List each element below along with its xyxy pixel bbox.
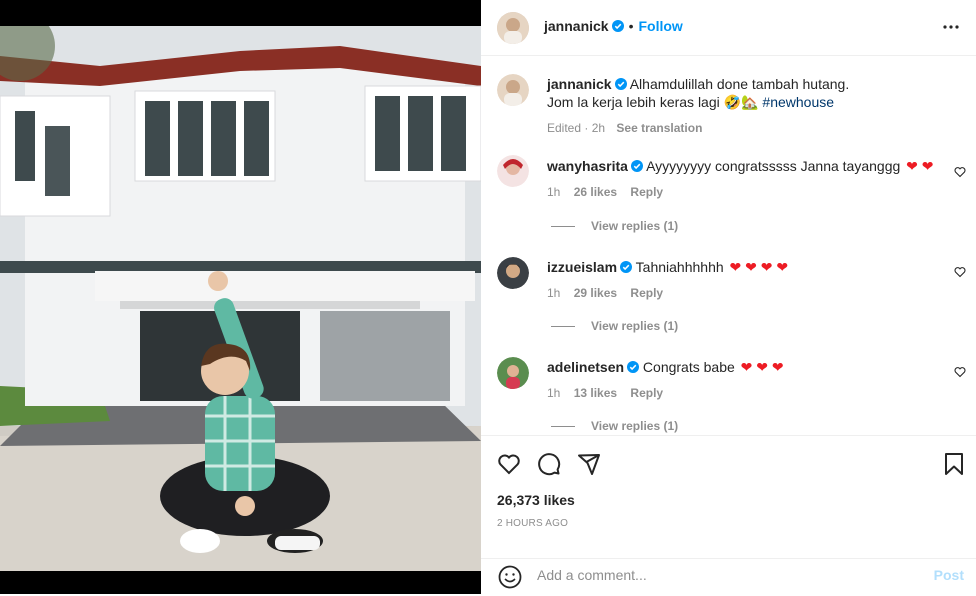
follow-button[interactable]: Follow — [639, 18, 683, 34]
post-photo[interactable] — [0, 26, 481, 571]
commenter-avatar[interactable] — [497, 155, 529, 187]
bookmark-icon[interactable] — [943, 452, 965, 476]
comment-time: 1h — [547, 185, 561, 199]
separator-dot: • — [628, 18, 634, 34]
reply-button[interactable]: Reply — [630, 286, 663, 300]
caption-text-line2: Jom la kerja lebih keras lagi — [547, 94, 720, 110]
verified-badge-icon — [611, 20, 624, 32]
view-replies-text[interactable]: View replies (1) — [591, 319, 678, 333]
emoji-icon[interactable] — [497, 564, 523, 590]
comment-hearts: ❤ ❤ ❤ ❤ — [729, 259, 789, 275]
comment-text: Ayyyyyyyy congratsssss Janna tayanggg — [646, 158, 901, 174]
comment-item: wanyhasrita Ayyyyyyyy congratsssss Janna… — [547, 157, 947, 201]
comment-hearts: ❤ ❤ — [906, 158, 934, 174]
comment-icon[interactable] — [537, 452, 561, 476]
view-replies-link[interactable]: View replies (1) — [551, 419, 678, 433]
see-translation-link[interactable]: See translation — [616, 121, 702, 135]
heart-icon[interactable] — [497, 452, 521, 476]
hashtag-link[interactable]: #newhouse — [762, 94, 834, 110]
comment-username[interactable]: wanyhasrita — [547, 158, 628, 174]
comment-likes[interactable]: 26 likes — [574, 185, 617, 199]
comment-text: Congrats babe — [642, 359, 735, 375]
post-actions: 26,373 likes 2 HOURS AGO Add a comment..… — [481, 435, 976, 595]
comment-username[interactable]: izzueislam — [547, 259, 617, 275]
commenter-avatar[interactable] — [497, 257, 529, 289]
like-comment-heart-icon[interactable] — [954, 266, 966, 278]
verified-badge-icon — [614, 78, 627, 90]
post-header: jannanick • Follow — [481, 0, 976, 56]
caption-avatar[interactable] — [497, 74, 529, 106]
like-comment-heart-icon[interactable] — [954, 166, 966, 178]
view-replies-text[interactable]: View replies (1) — [591, 419, 678, 433]
comment-time: 1h — [547, 386, 561, 400]
share-icon[interactable] — [577, 452, 601, 476]
post-caption: jannanick Alhamdulillah done tambah huta… — [547, 75, 957, 137]
replies-line — [551, 426, 575, 428]
add-comment-input[interactable]: Add a comment... — [537, 567, 647, 583]
verified-badge-icon — [630, 160, 643, 172]
comment-item: adelinetsen Congrats babe ❤ ❤ ❤ 1h 13 li… — [547, 358, 947, 402]
view-replies-link[interactable]: View replies (1) — [551, 219, 678, 233]
add-comment-bar: Add a comment... Post — [481, 558, 976, 596]
comment-username[interactable]: adelinetsen — [547, 359, 624, 375]
post-comment-button[interactable]: Post — [934, 567, 964, 583]
author-avatar[interactable] — [497, 12, 529, 44]
caption-text-line1: Alhamdulillah done tambah hutang. — [629, 76, 850, 92]
caption-emojis: 🤣🏡 — [723, 94, 759, 110]
comment-likes[interactable]: 13 likes — [574, 386, 617, 400]
more-options-icon[interactable] — [942, 18, 960, 36]
likes-count[interactable]: 26,373 likes — [497, 492, 575, 508]
caption-edited-time: Edited · 2h — [547, 121, 606, 135]
comment-time: 1h — [547, 286, 561, 300]
post-details-pane: jannanick • Follow jannanick Alhamdulillah… — [481, 0, 976, 594]
verified-badge-icon — [627, 361, 640, 373]
comment-hearts: ❤ ❤ ❤ — [740, 359, 784, 375]
view-replies-text[interactable]: View replies (1) — [591, 219, 678, 233]
comment-item: izzueislam Tahniahhhhhh ❤ ❤ ❤ ❤ 1h 29 li… — [547, 258, 947, 302]
replies-line — [551, 326, 575, 328]
post-timestamp: 2 HOURS AGO — [497, 518, 569, 529]
comment-likes[interactable]: 29 likes — [574, 286, 617, 300]
like-comment-heart-icon[interactable] — [954, 366, 966, 378]
reply-button[interactable]: Reply — [630, 386, 663, 400]
comment-text: Tahniahhhhhh — [635, 259, 724, 275]
commenter-avatar[interactable] — [497, 357, 529, 389]
verified-badge-icon — [620, 261, 633, 273]
reply-button[interactable]: Reply — [630, 185, 663, 199]
replies-line — [551, 226, 575, 228]
author-username[interactable]: jannanick — [544, 18, 609, 34]
caption-username[interactable]: jannanick — [547, 76, 612, 92]
view-replies-link[interactable]: View replies (1) — [551, 319, 678, 333]
post-media-pane — [0, 0, 481, 594]
